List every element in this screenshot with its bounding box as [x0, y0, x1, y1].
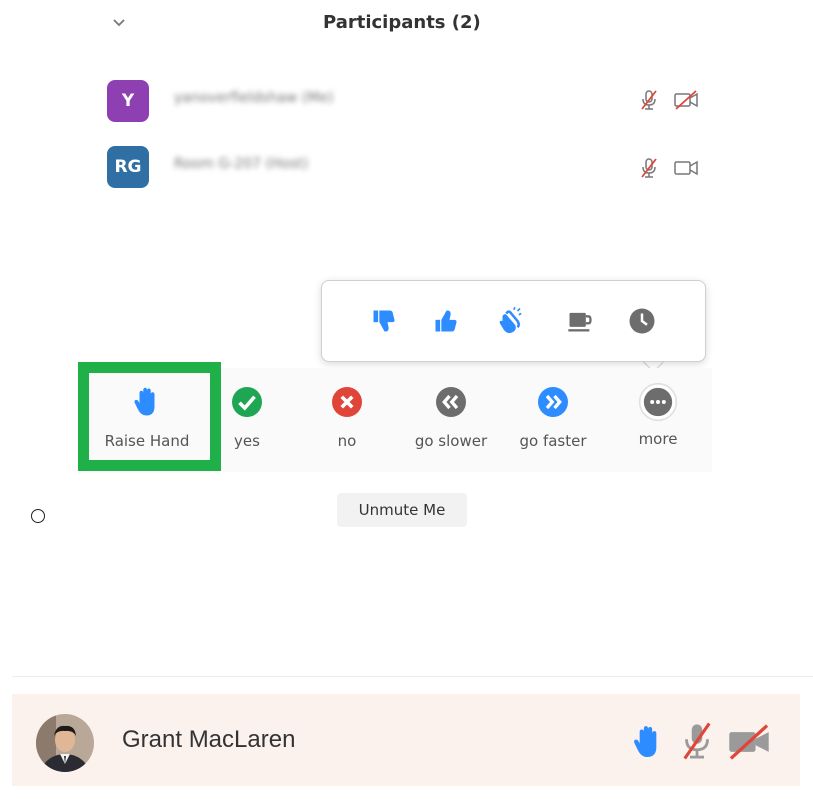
participant-row[interactable]: RG Room G-207 (Host)	[100, 140, 720, 196]
go-faster-label: go faster	[519, 432, 587, 450]
participant-name: Room G-207 (Host)	[174, 156, 309, 172]
coffee-icon[interactable]	[562, 303, 598, 339]
avatar: Y	[107, 80, 149, 122]
unmute-button[interactable]: Unmute Me	[337, 493, 467, 527]
participant-name: Grant MacLaren	[122, 726, 296, 753]
x-icon	[332, 387, 362, 417]
thumbs-up-icon[interactable]	[428, 303, 464, 339]
raise-hand-highlight	[78, 362, 221, 471]
clock-icon[interactable]	[624, 303, 660, 339]
mic-muted-icon[interactable]	[676, 720, 718, 762]
yes-label: yes	[234, 432, 260, 450]
clapping-icon[interactable]	[492, 303, 528, 339]
avatar	[36, 714, 94, 772]
rewind-icon	[436, 387, 466, 417]
fast-forward-icon	[538, 387, 568, 417]
reactions-popup	[321, 280, 706, 362]
hand-icon[interactable]	[628, 722, 668, 762]
more-icon	[638, 382, 678, 422]
more-button[interactable]: more	[630, 378, 686, 464]
go-faster-button[interactable]: go faster	[508, 378, 598, 464]
more-label: more	[638, 430, 678, 448]
check-icon	[232, 387, 262, 417]
mic-muted-icon[interactable]	[637, 156, 661, 180]
participants-title: Participants (2)	[323, 12, 481, 33]
participant-row[interactable]: Y yanoverfieldshaw (Me)	[100, 74, 720, 130]
no-button[interactable]: no	[322, 378, 372, 464]
mic-muted-icon[interactable]	[637, 88, 661, 112]
go-slower-label: go slower	[414, 432, 488, 450]
chevron-down-icon[interactable]	[112, 16, 126, 30]
thumbs-down-icon[interactable]	[366, 303, 402, 339]
participant-name: yanoverfieldshaw (Me)	[174, 90, 334, 106]
no-label: no	[337, 432, 357, 450]
divider	[12, 676, 813, 677]
go-slower-button[interactable]: go slower	[404, 378, 498, 464]
yes-button[interactable]: yes	[222, 378, 272, 464]
video-icon[interactable]	[672, 156, 700, 180]
video-off-icon[interactable]	[672, 88, 700, 112]
avatar: RG	[107, 146, 149, 188]
list-bullet	[31, 509, 45, 523]
video-off-icon[interactable]	[726, 722, 772, 762]
